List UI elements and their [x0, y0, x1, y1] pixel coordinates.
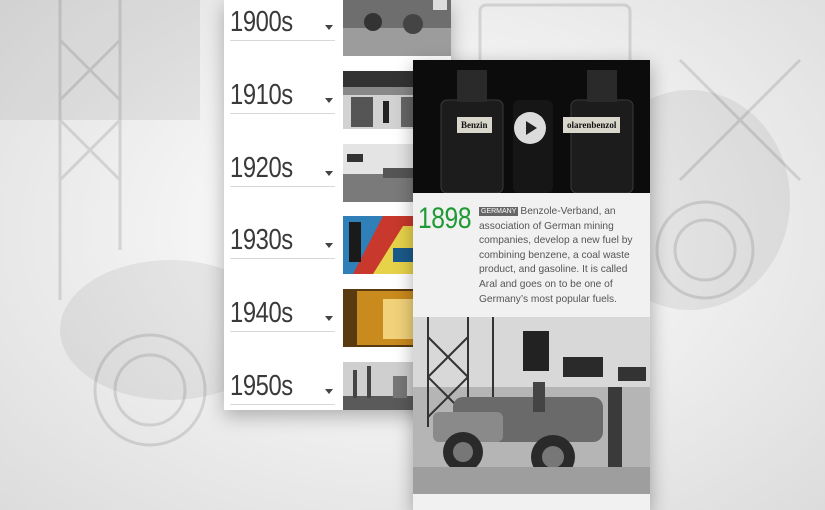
entry-description: Benzole-Verband, an association of Germa…	[479, 206, 633, 305]
chevron-down-icon[interactable]	[325, 389, 333, 394]
decade-thumbnail[interactable]	[343, 0, 451, 56]
chevron-down-icon[interactable]	[325, 316, 333, 321]
decade-label: 1930s	[230, 224, 293, 256]
video-player[interactable]: Benzin olarenbenzol	[413, 60, 650, 193]
decade-label: 1940s	[230, 297, 293, 329]
play-icon[interactable]	[514, 112, 546, 144]
historical-photo	[413, 317, 650, 494]
bottle-label: Benzin	[457, 117, 492, 133]
divider	[230, 404, 335, 405]
decade-label: 1910s	[230, 79, 293, 111]
timeline-year: 1898	[418, 202, 472, 235]
decade-label: 1950s	[230, 370, 293, 402]
timeline-entry: GERMANY Benzole-Verband, an association o…	[479, 205, 644, 307]
divider	[230, 113, 335, 114]
divider	[230, 258, 335, 259]
decade-label: 1920s	[230, 152, 293, 184]
chevron-down-icon[interactable]	[325, 25, 333, 30]
decade-row-1900s[interactable]: 1900s	[224, 0, 451, 64]
divider	[230, 186, 335, 187]
divider	[230, 331, 335, 332]
chevron-down-icon[interactable]	[325, 243, 333, 248]
country-tag: GERMANY	[479, 207, 519, 216]
chevron-down-icon[interactable]	[325, 98, 333, 103]
divider	[230, 40, 335, 41]
chevron-down-icon[interactable]	[325, 171, 333, 176]
decade-label: 1900s	[230, 6, 293, 38]
photo-race-car	[413, 317, 650, 494]
timeline-detail-screen: Benzin olarenbenzol 1898 GERMANY Benzole-…	[413, 60, 650, 510]
bottle-label: olarenbenzol	[563, 117, 621, 133]
